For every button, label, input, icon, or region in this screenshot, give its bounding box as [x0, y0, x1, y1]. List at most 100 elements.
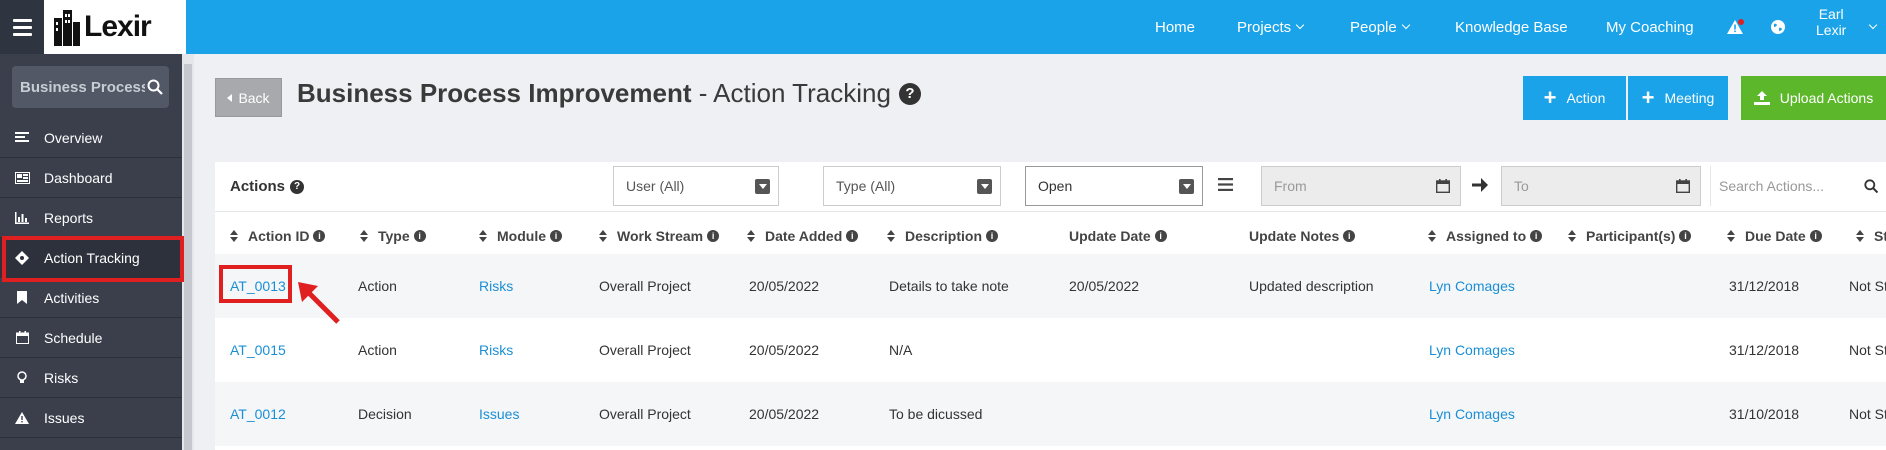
building-icon [54, 10, 80, 46]
col-label: Work Stream [617, 228, 704, 244]
sort-icon [230, 230, 238, 242]
chevron-down-icon [1401, 20, 1410, 30]
info-icon: i [986, 230, 999, 242]
sort-icon [479, 230, 487, 242]
sidebar-item-schedule[interactable]: Schedule [0, 318, 182, 358]
module-link[interactable]: Issues [479, 382, 519, 446]
sidebar-item-activities[interactable]: Activities [0, 278, 182, 318]
module-link[interactable]: Risks [479, 254, 513, 318]
search-actions-input[interactable]: Search Actions... [1710, 166, 1886, 206]
menu-toggle-icon[interactable] [0, 0, 44, 54]
nav-projects[interactable]: Projects [1237, 0, 1305, 54]
type-cell: Action [358, 278, 397, 294]
col-label: Description [905, 228, 983, 244]
col-module[interactable]: Module i [479, 228, 562, 244]
top-bar: Lexir Home Projects People Knowledge Bas… [0, 0, 1886, 54]
search-icon[interactable] [147, 79, 163, 95]
col-date-added[interactable]: Date Added i [747, 228, 859, 244]
warning-icon [14, 410, 30, 426]
sidebar-item-reports[interactable]: Reports [0, 198, 182, 238]
table-row[interactable]: AT_0012 Decision Issues Overall Project … [215, 382, 1886, 446]
col-participants[interactable]: Participant(s) i [1568, 228, 1692, 244]
page-subtitle: - Action Tracking [691, 78, 891, 108]
search-icon[interactable] [1864, 179, 1878, 193]
back-button[interactable]: Back [215, 78, 282, 117]
col-label: Participant(s) [1586, 228, 1676, 244]
description-cell: Details to take note [889, 278, 1009, 294]
col-label: Due Date [1745, 228, 1806, 244]
status-filter-select[interactable]: Open [1025, 166, 1203, 206]
sidebar-item-dashboard[interactable]: Dashboard [0, 158, 182, 198]
from-date-input[interactable]: From [1261, 166, 1461, 206]
action-id-link[interactable]: AT_0012 [230, 382, 286, 446]
action-id-link[interactable]: AT_0015 [230, 318, 286, 382]
type-filter-value: Type (All) [836, 178, 896, 194]
user-menu[interactable]: Earl Lexir [1816, 6, 1846, 38]
info-icon: i [707, 230, 720, 242]
from-date-placeholder: From [1274, 178, 1307, 194]
add-meeting-label: Meeting [1664, 90, 1715, 106]
col-assigned-to[interactable]: Assigned to i [1428, 228, 1543, 244]
upload-actions-label: Upload Actions [1779, 90, 1874, 106]
type-cell: Action [358, 342, 397, 358]
help-icon[interactable]: ? [898, 82, 921, 105]
to-date-input[interactable]: To [1501, 166, 1701, 206]
module-link[interactable]: Risks [479, 318, 513, 382]
col-update-notes[interactable]: Update Notes i [1249, 228, 1356, 244]
upload-actions-button[interactable]: Upload Actions [1741, 76, 1886, 120]
nav-knowledge-base[interactable]: Knowledge Base [1455, 0, 1568, 54]
col-update-date[interactable]: Update Date i [1069, 228, 1167, 244]
col-label: Date Added [765, 228, 843, 244]
status-filter-value: Open [1038, 178, 1073, 194]
info-icon: i [1154, 230, 1167, 242]
user-chevron-down-icon[interactable] [1864, 0, 1878, 54]
alert-icon[interactable] [1726, 0, 1744, 54]
dropdown-icon [1179, 179, 1194, 194]
add-meeting-button[interactable]: + Meeting [1628, 76, 1728, 120]
globe-icon[interactable] [1770, 0, 1786, 54]
sidebar-item-overview[interactable]: Overview [0, 118, 182, 158]
column-menu-icon[interactable] [1218, 178, 1233, 191]
assigned-to-link[interactable]: Lyn Comages [1429, 318, 1515, 382]
assigned-to-link[interactable]: Lyn Comages [1429, 254, 1515, 318]
col-description[interactable]: Description i [887, 228, 999, 244]
sidebar-scrollbar-thumb[interactable] [184, 64, 192, 450]
description-cell: N/A [889, 342, 913, 358]
nav-home[interactable]: Home [1155, 0, 1195, 54]
lightbulb-icon [14, 370, 30, 386]
sidebar-item-risks[interactable]: Risks [0, 358, 182, 398]
sidebar-item-label: Risks [44, 369, 79, 386]
sidebar-item-issues[interactable]: Issues [0, 398, 182, 438]
panel-title: Actions ? [230, 178, 305, 195]
dropdown-icon [977, 179, 992, 194]
back-label: Back [238, 89, 270, 106]
add-action-button[interactable]: + Action [1523, 76, 1626, 120]
user-filter-select[interactable]: User (All) [613, 166, 779, 206]
upload-icon [1753, 91, 1770, 105]
col-label: Update Date [1069, 228, 1151, 244]
col-action-id[interactable]: Action ID i [230, 228, 326, 244]
info-icon: i [550, 230, 562, 242]
calendar-icon[interactable] [1436, 179, 1450, 193]
table-row[interactable]: AT_0015 Action Risks Overall Project 20/… [215, 318, 1886, 382]
sort-icon [360, 230, 368, 242]
type-filter-select[interactable]: Type (All) [823, 166, 1001, 206]
col-work-stream[interactable]: Work Stream i [599, 228, 720, 244]
assigned-to-link[interactable]: Lyn Comages [1429, 382, 1515, 446]
help-icon[interactable]: ? [290, 179, 305, 194]
sidebar-item-label: Activities [44, 289, 100, 306]
sidebar-item-label: Issues [44, 409, 85, 426]
nav-my-coaching[interactable]: My Coaching [1606, 0, 1694, 54]
col-type[interactable]: Type i [360, 228, 426, 244]
calendar-icon[interactable] [1676, 179, 1690, 193]
logo-text: Lexir [84, 10, 152, 43]
col-due-date[interactable]: Due Date i [1727, 228, 1822, 244]
col-status[interactable]: Sta [1856, 228, 1886, 244]
description-cell: To be dicussed [889, 406, 983, 422]
nav-people[interactable]: People [1350, 0, 1410, 54]
project-search[interactable]: Business Process Improvement [12, 66, 169, 108]
app-logo[interactable]: Lexir [44, 0, 186, 54]
due-date-cell: 31/10/2018 [1729, 406, 1800, 422]
col-label: Type [378, 228, 410, 244]
table-row[interactable]: AT_0013 Action Risks Overall Project 20/… [215, 254, 1886, 318]
